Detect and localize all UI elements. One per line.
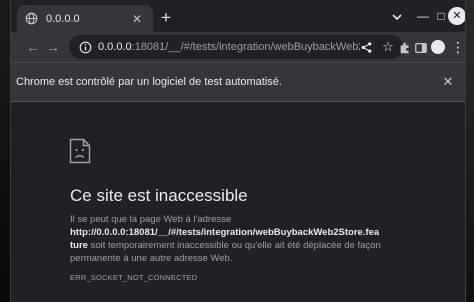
share-icon[interactable]: [360, 41, 373, 54]
profile-avatar[interactable]: [431, 40, 445, 54]
minimize-button[interactable]: —: [413, 6, 433, 26]
automation-infobar: Chrome est contrôlé par un logiciel de t…: [11, 62, 465, 102]
back-button[interactable]: ←: [25, 39, 41, 55]
site-info-icon[interactable]: [79, 41, 92, 54]
forward-button[interactable]: →: [45, 39, 61, 55]
url-path: :18081/__/#/tests/integration/webBuyback…: [131, 41, 360, 53]
error-url-cont: ture: [70, 240, 88, 251]
side-panel-icon[interactable]: [414, 41, 428, 55]
tab-strip: 0.0.0.0 ✕ + — □ ✕: [11, 0, 465, 32]
error-page: Ce site est inaccessible Il se peut que …: [11, 102, 465, 302]
url-text[interactable]: 0.0.0.0:18081/__/#/tests/integration/web…: [98, 41, 360, 53]
error-code: ERR_SOCKET_NOT_CONNECTED: [70, 273, 198, 282]
error-description: Il se peut que la page Web à l'adresse h…: [70, 213, 415, 265]
desktop-left-edge: [0, 0, 10, 302]
close-window-button[interactable]: ✕: [448, 7, 465, 25]
globe-icon: [25, 12, 38, 25]
error-url: http://0.0.0.0:18081/__/#/tests/integrat…: [70, 227, 380, 238]
menu-kebab-icon[interactable]: ⋮: [451, 39, 465, 55]
close-tab-icon[interactable]: ✕: [129, 12, 145, 26]
sad-page-icon: [69, 138, 91, 164]
new-tab-button[interactable]: +: [157, 9, 175, 27]
close-infobar-icon[interactable]: ✕: [441, 74, 455, 90]
bookmark-star-icon[interactable]: ☆: [381, 39, 395, 55]
error-line2: soit temporairement inaccessible ou qu'e…: [70, 240, 381, 264]
error-title: Ce site est inaccessible: [70, 186, 248, 205]
tab-title: 0.0.0.0: [46, 12, 80, 25]
infobar-message: Chrome est contrôlé par un logiciel de t…: [16, 76, 282, 88]
error-line1: Il se peut que la page Web à l'adresse: [70, 214, 232, 225]
url-host: 0.0.0.0: [98, 41, 132, 53]
toolbar: ← → 0.0.0.0:18081/__/#/tests/integration…: [11, 32, 465, 62]
extensions-icon[interactable]: [398, 41, 412, 55]
chevron-down-icon[interactable]: [389, 9, 405, 25]
address-bar[interactable]: 0.0.0.0:18081/__/#/tests/integration/web…: [69, 35, 403, 59]
tab-active[interactable]: 0.0.0.0 ✕: [17, 5, 153, 32]
browser-window: 0.0.0.0 ✕ + — □ ✕ ← → 0.0.0.0:18081/__/#…: [10, 0, 466, 302]
